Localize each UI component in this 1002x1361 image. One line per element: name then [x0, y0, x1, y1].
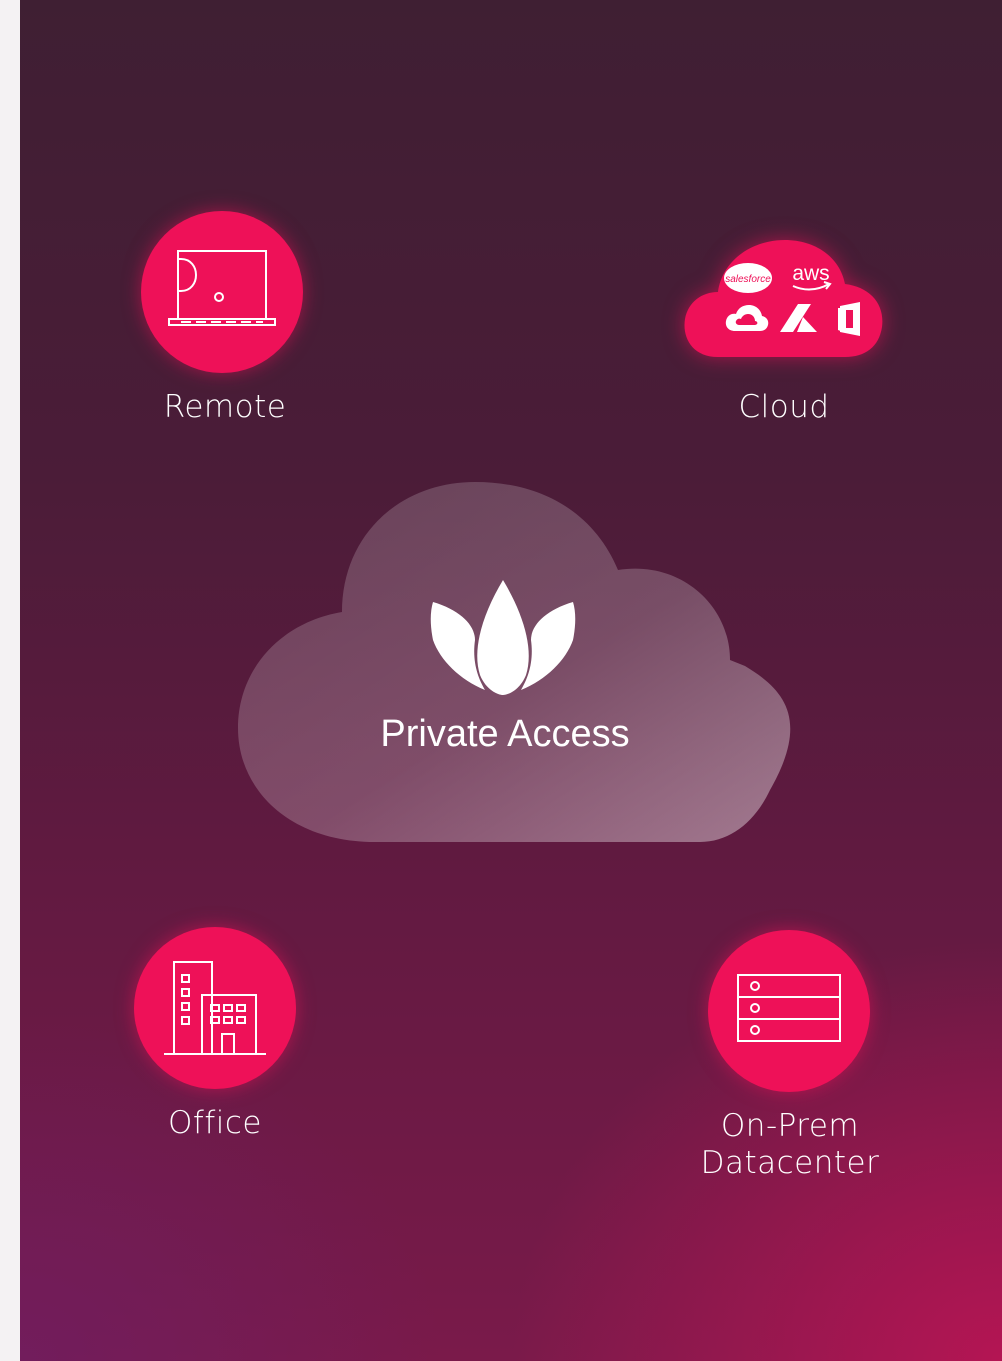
private-access-title: Private Access — [380, 713, 630, 755]
cloud-node: salesforce aws — [680, 222, 890, 362]
datacenter-label-line2: Datacenter — [700, 1145, 880, 1181]
salesforce-logo: salesforce — [724, 263, 772, 293]
laptop-icon — [168, 250, 276, 326]
remote-label: Remote — [163, 389, 287, 425]
svg-text:salesforce: salesforce — [725, 274, 771, 285]
office-node — [134, 927, 296, 1089]
office-building-icon — [164, 961, 266, 1055]
server-rack-icon — [737, 974, 841, 1042]
svg-text:aws: aws — [792, 262, 829, 285]
datacenter-label: On-Prem Datacenter — [690, 1108, 890, 1182]
diagram-panel: Private Access Remote salesforce aws Clo… — [20, 0, 1002, 1361]
datacenter-node — [708, 930, 870, 1092]
cloud-services-icon: salesforce aws — [684, 240, 883, 357]
office-label: Office — [168, 1105, 262, 1141]
datacenter-label-line1: On-Prem — [720, 1108, 860, 1144]
office-365-icon — [838, 302, 860, 336]
cloud-label: Cloud — [738, 389, 830, 425]
remote-node — [141, 211, 303, 373]
